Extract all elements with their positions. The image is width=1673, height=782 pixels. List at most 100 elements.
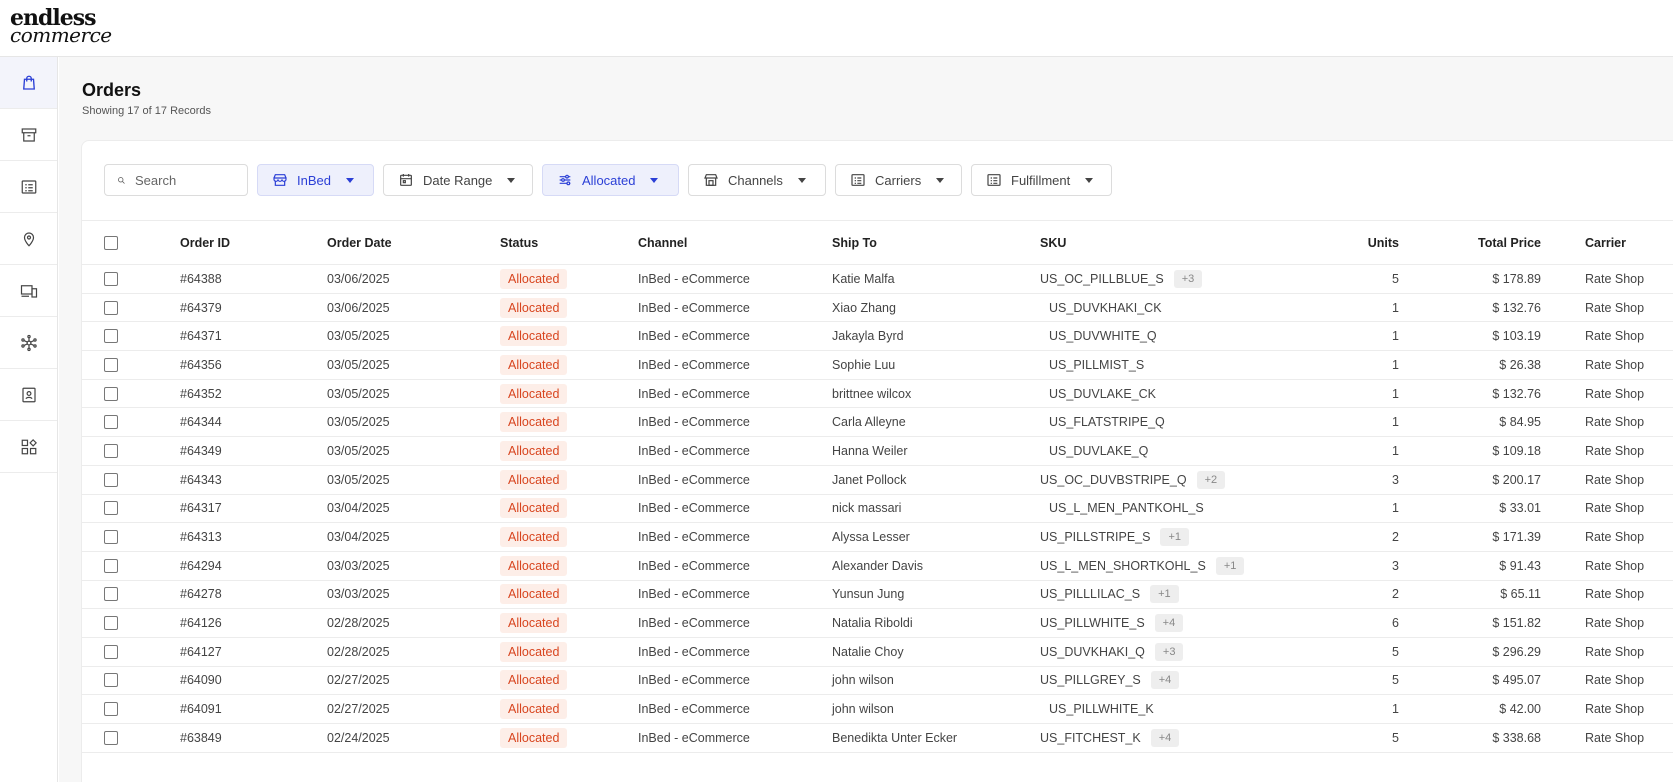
order-id[interactable]: #64127 (180, 645, 222, 659)
select-all-checkbox[interactable] (104, 235, 118, 250)
table-row[interactable]: #63849 02/24/2025 Allocated InBed - eCommer… (82, 724, 1673, 753)
chevron-down-icon (507, 177, 516, 183)
table-row[interactable]: #64127 02/28/2025 Allocated InBed - eCommer… (82, 638, 1673, 667)
store-filter[interactable]: InBed (257, 164, 374, 196)
column-header-carrier[interactable]: Carrier (1585, 236, 1626, 250)
sidebar-item-integrations[interactable] (0, 317, 57, 369)
sidebar-item-apps[interactable] (0, 421, 57, 473)
sku-more-badge[interactable]: +1 (1160, 528, 1190, 547)
status-filter[interactable]: Allocated (542, 164, 679, 196)
column-header-channel[interactable]: Channel (638, 236, 687, 250)
channel: InBed - eCommerce (638, 472, 750, 487)
order-id[interactable]: #64343 (180, 473, 222, 487)
search-input[interactable] (135, 172, 235, 188)
order-id[interactable]: #64294 (180, 559, 222, 573)
table-row[interactable]: #64352 03/05/2025 Allocated InBed - eCommer… (82, 380, 1673, 409)
endless-commerce-logo[interactable]: endless commerce (10, 7, 112, 45)
table-header: Order ID Order Date Status Channel Ship … (82, 221, 1673, 265)
row-checkbox[interactable] (104, 673, 118, 688)
table-row[interactable]: #64349 03/05/2025 Allocated InBed - eCommer… (82, 437, 1673, 466)
status-badge: Allocated (500, 469, 568, 490)
order-id[interactable]: #64371 (180, 329, 222, 343)
sku-more-badge[interactable]: +3 (1173, 269, 1203, 288)
sidebar-item-products[interactable] (0, 161, 57, 213)
order-id[interactable]: #64317 (180, 501, 222, 515)
row-checkbox[interactable] (104, 415, 118, 430)
table-row[interactable]: #64278 03/03/2025 Allocated InBed - eCommer… (82, 581, 1673, 610)
column-header-total-price[interactable]: Total Price (1478, 236, 1541, 250)
table-row[interactable]: #64371 03/05/2025 Allocated InBed - eCommer… (82, 322, 1673, 352)
row-checkbox[interactable] (104, 616, 118, 631)
apps-grid-icon (21, 438, 37, 454)
row-checkbox[interactable] (104, 587, 118, 602)
order-id[interactable]: #64356 (180, 358, 222, 372)
order-id[interactable]: #64126 (180, 616, 222, 630)
status-badge: Allocated (500, 412, 568, 433)
sidebar (0, 57, 58, 782)
table-row[interactable]: #64356 03/05/2025 Allocated InBed - eCommer… (82, 351, 1673, 380)
order-id[interactable]: #64349 (180, 444, 222, 458)
sku-more-badge[interactable]: +4 (1154, 614, 1184, 633)
sidebar-item-customers[interactable] (0, 369, 57, 421)
carrier: Rate Shop (1585, 415, 1645, 430)
fulfillment-filter[interactable]: Fulfillment (971, 164, 1112, 196)
row-checkbox[interactable] (104, 386, 118, 401)
sku-more-badge[interactable]: +2 (1196, 470, 1226, 489)
order-id[interactable]: #64344 (180, 415, 222, 429)
sku: US_PILLLILAC_S (1040, 587, 1141, 602)
row-checkbox[interactable] (104, 472, 118, 487)
table-row[interactable]: #64091 02/27/2025 Allocated InBed - eCommer… (82, 695, 1673, 724)
table-row[interactable]: #64294 03/03/2025 Allocated InBed - eCommer… (82, 552, 1673, 581)
date-range-filter[interactable]: Date Range (383, 164, 533, 196)
row-checkbox[interactable] (104, 357, 118, 372)
sidebar-item-orders[interactable] (0, 57, 57, 109)
order-id[interactable]: #64091 (180, 702, 222, 716)
sidebar-item-channels[interactable] (0, 265, 57, 317)
column-header-order-id[interactable]: Order ID (180, 236, 230, 250)
table-row[interactable]: #64388 03/06/2025 Allocated InBed - eCommer… (82, 265, 1673, 294)
order-id[interactable]: #64313 (180, 530, 222, 544)
order-id[interactable]: #64379 (180, 301, 222, 315)
table-row[interactable]: #64344 03/05/2025 Allocated InBed - eCommer… (82, 408, 1673, 438)
row-checkbox[interactable] (104, 558, 118, 573)
channels-filter[interactable]: Channels (688, 164, 826, 196)
order-id[interactable]: #63849 (180, 731, 222, 745)
carriers-filter[interactable]: Carriers (835, 164, 962, 196)
row-checkbox[interactable] (104, 702, 118, 717)
sku-more-badge[interactable]: +3 (1154, 642, 1184, 661)
column-header-ship-to[interactable]: Ship To (832, 236, 877, 250)
search-box[interactable] (104, 164, 248, 196)
row-checkbox[interactable] (104, 644, 118, 659)
row-checkbox[interactable] (104, 271, 118, 286)
chevron-down-icon (797, 177, 806, 183)
table-row[interactable]: #64126 02/28/2025 Allocated InBed - eCommer… (82, 609, 1673, 638)
sku-more-badge[interactable]: +4 (1150, 728, 1180, 747)
table-row[interactable]: #64090 02/27/2025 Allocated InBed - eCommer… (82, 667, 1673, 696)
orders-table: Order ID Order Date Status Channel Ship … (82, 220, 1673, 753)
sku-more-badge[interactable]: +4 (1150, 671, 1180, 690)
row-checkbox[interactable] (104, 730, 118, 745)
row-checkbox[interactable] (104, 530, 118, 545)
row-checkbox[interactable] (104, 501, 118, 516)
order-id[interactable]: #64090 (180, 673, 222, 687)
column-header-sku[interactable]: SKU (1040, 236, 1066, 250)
order-id[interactable]: #64278 (180, 587, 222, 601)
storefront-icon (704, 174, 718, 186)
row-checkbox[interactable] (104, 300, 118, 315)
column-header-status[interactable]: Status (500, 236, 538, 250)
row-checkbox[interactable] (104, 329, 118, 344)
sku-more-badge[interactable]: +1 (1150, 585, 1179, 604)
table-row[interactable]: #64343 03/05/2025 Allocated InBed - eCommer… (82, 466, 1673, 495)
table-row[interactable]: #64313 03/04/2025 Allocated InBed - eCommer… (82, 523, 1673, 552)
order-id[interactable]: #64388 (180, 272, 222, 286)
column-header-units[interactable]: Units (1368, 236, 1399, 250)
table-row[interactable]: #64317 03/04/2025 Allocated InBed - eCommer… (82, 495, 1673, 524)
sku: US_L_MEN_SHORTKOHL_S (1040, 558, 1206, 573)
sidebar-item-inventory[interactable] (0, 109, 57, 161)
row-checkbox[interactable] (104, 443, 118, 458)
table-row[interactable]: #64379 03/06/2025 Allocated InBed - eCommer… (82, 294, 1673, 323)
column-header-order-date[interactable]: Order Date (327, 236, 392, 250)
sidebar-item-locations[interactable] (0, 213, 57, 265)
sku-more-badge[interactable]: +1 (1215, 556, 1245, 575)
order-id[interactable]: #64352 (180, 387, 222, 401)
